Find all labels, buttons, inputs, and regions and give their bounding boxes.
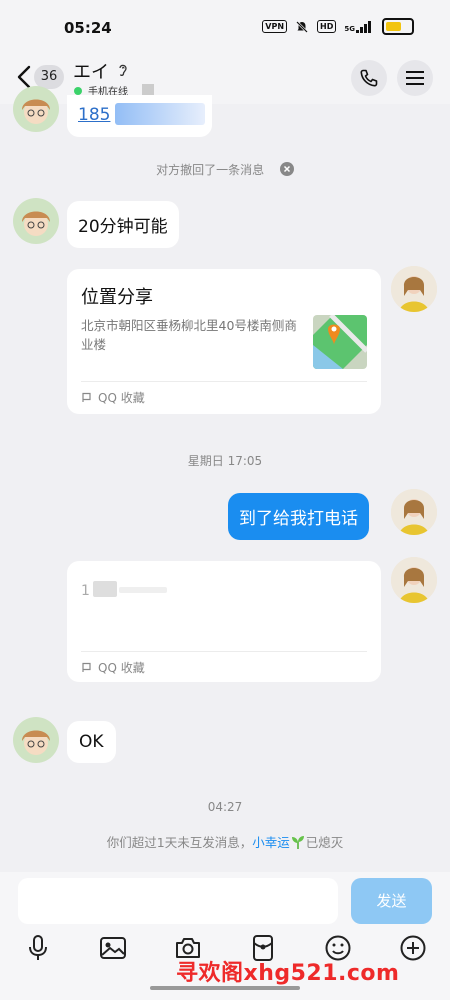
close-circle-icon[interactable] xyxy=(279,162,294,176)
card-footer-text: QQ 收藏 xyxy=(98,661,145,675)
battery-icon xyxy=(382,18,414,35)
watermark-text: 寻欢阁xhg521.com xyxy=(176,961,400,986)
avatar-illustration xyxy=(22,99,50,124)
location-share-card[interactable]: 位置分享 北京市朝阳区垂杨柳北里40号楼南侧商业楼 QQ 收藏 xyxy=(67,269,381,414)
recall-notice: 对方撤回了一条消息 xyxy=(0,161,450,178)
card-title: 位置分享 xyxy=(81,287,153,308)
contact-avatar[interactable] xyxy=(13,198,59,244)
avatar-illustration xyxy=(22,730,50,755)
spark-notice: 你们超过1天未互发消息，小幸运 已熄灭 xyxy=(0,832,450,851)
message-bubble-received[interactable]: OK xyxy=(67,721,116,763)
avatar-illustration xyxy=(22,211,50,236)
mute-bell-icon xyxy=(296,20,308,33)
sprout-icon xyxy=(291,836,304,849)
send-button[interactable]: 发送 xyxy=(351,878,432,924)
image-icon xyxy=(100,937,126,959)
microphone-icon xyxy=(29,935,47,960)
vpn-icon: VPN xyxy=(262,20,288,33)
shared-card[interactable]: 1 QQ 收藏 xyxy=(67,561,381,682)
favorite-flag-icon xyxy=(82,392,91,402)
phone-icon xyxy=(360,69,378,87)
avatar-photo xyxy=(391,266,437,312)
online-status-dot xyxy=(74,87,82,95)
plus-circle-icon xyxy=(400,935,426,961)
timestamp: 04:27 xyxy=(207,800,243,814)
message-text: 到了给我打电话 xyxy=(239,509,358,529)
card-divider xyxy=(81,651,367,652)
voice-button[interactable] xyxy=(22,932,54,964)
message-text: 20分钟可能 xyxy=(78,217,168,237)
card-address: 北京市朝阳区垂杨柳北里40号楼南侧商业楼 xyxy=(81,318,297,352)
spark-notice-text: 已熄灭 xyxy=(305,835,344,850)
message-input[interactable] xyxy=(18,878,338,924)
recall-text: 对方撤回了一条消息 xyxy=(156,163,265,177)
redacted-block xyxy=(115,103,205,125)
card-footer: QQ 收藏 xyxy=(81,659,145,676)
timestamp: 星期日 17:05 xyxy=(187,454,263,468)
spark-notice-text: 你们超过1天未互发消息， xyxy=(106,835,253,850)
message-bubble-sent[interactable]: 到了给我打电话 xyxy=(228,493,369,540)
favorite-flag-icon xyxy=(82,662,91,672)
image-button[interactable] xyxy=(97,932,129,964)
hd-icon: HD xyxy=(317,20,337,33)
redacted-block xyxy=(93,581,117,597)
avatar-photo xyxy=(391,557,437,603)
phone-number-link[interactable]: 185 xyxy=(78,105,110,125)
hamburger-icon xyxy=(406,71,424,85)
contact-avatar[interactable] xyxy=(13,717,59,763)
status-time: 05:24 xyxy=(64,19,112,37)
message-bubble-received[interactable]: 20分钟可能 xyxy=(67,201,179,248)
contact-name[interactable]: エイ xyxy=(73,58,109,84)
contact-avatar[interactable] xyxy=(13,86,59,132)
message-text: OK xyxy=(79,732,104,752)
menu-button[interactable] xyxy=(397,60,433,96)
ear-icon xyxy=(119,64,127,77)
more-button[interactable] xyxy=(397,932,429,964)
message-bubble-partial[interactable]: 185 xyxy=(67,95,212,137)
card-footer: QQ 收藏 xyxy=(81,389,145,406)
network-icon: 5G xyxy=(344,20,374,33)
home-indicator[interactable] xyxy=(150,986,300,990)
self-avatar[interactable] xyxy=(391,557,437,603)
card-divider xyxy=(81,381,367,382)
spark-link[interactable]: 小幸运 xyxy=(252,835,290,850)
self-avatar[interactable] xyxy=(391,489,437,535)
avatar-photo xyxy=(391,489,437,535)
network-label: 5G xyxy=(344,24,355,33)
call-button[interactable] xyxy=(351,60,387,96)
redacted-block xyxy=(119,587,167,593)
map-thumbnail xyxy=(313,315,367,369)
status-bar: 05:24 VPN HD 5G xyxy=(0,0,450,52)
map-pin-icon xyxy=(313,315,367,369)
card-text: 1 xyxy=(81,583,90,599)
card-footer-text: QQ 收藏 xyxy=(98,391,145,405)
status-icons: VPN HD 5G xyxy=(262,18,414,35)
self-avatar[interactable] xyxy=(391,266,437,312)
